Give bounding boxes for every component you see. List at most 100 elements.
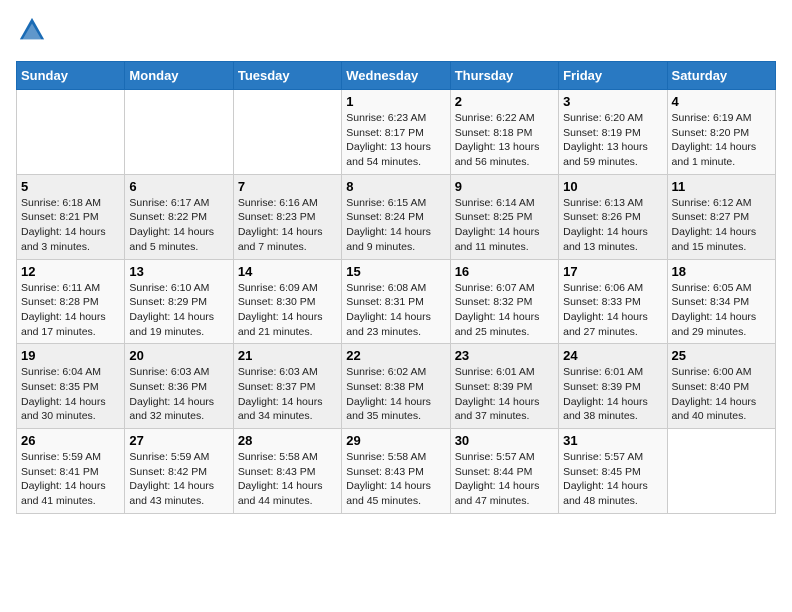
day-number: 10 xyxy=(563,179,662,194)
cell-info: Sunrise: 6:09 AM Sunset: 8:30 PM Dayligh… xyxy=(238,281,337,340)
calendar-week-row: 1 Sunrise: 6:23 AM Sunset: 8:17 PM Daylig… xyxy=(17,90,776,175)
day-number: 16 xyxy=(455,264,554,279)
calendar-cell: 20 Sunrise: 6:03 AM Sunset: 8:36 PM Dayli… xyxy=(125,344,233,429)
calendar-cell: 29Sunrise: 5:58 AM Sunset: 8:43 PM Dayli… xyxy=(342,429,450,514)
day-number: 17 xyxy=(563,264,662,279)
day-number: 14 xyxy=(238,264,337,279)
calendar-cell: 16 Sunrise: 6:07 AM Sunset: 8:32 PM Dayli… xyxy=(450,259,558,344)
calendar-cell: 17 Sunrise: 6:06 AM Sunset: 8:33 PM Dayli… xyxy=(559,259,667,344)
calendar-cell: 30 Sunrise: 5:57 AM Sunset: 8:44 PM Dayli… xyxy=(450,429,558,514)
day-number: 24 xyxy=(563,348,662,363)
day-number: 22 xyxy=(346,348,445,363)
day-number: 7 xyxy=(238,179,337,194)
cell-info: Sunrise: 6:03 AM Sunset: 8:36 PM Dayligh… xyxy=(129,365,228,424)
cell-info: Sunrise: 6:11 AM Sunset: 8:28 PM Dayligh… xyxy=(21,281,120,340)
calendar-cell: 8Sunrise: 6:15 AM Sunset: 8:24 PM Daylig… xyxy=(342,174,450,259)
calendar-cell xyxy=(17,90,125,175)
day-number: 13 xyxy=(129,264,228,279)
cell-info: Sunrise: 6:01 AM Sunset: 8:39 PM Dayligh… xyxy=(563,365,662,424)
calendar-cell: 4 Sunrise: 6:19 AM Sunset: 8:20 PM Daylig… xyxy=(667,90,775,175)
cell-info: Sunrise: 6:20 AM Sunset: 8:19 PM Dayligh… xyxy=(563,111,662,170)
cell-info: Sunrise: 5:59 AM Sunset: 8:42 PM Dayligh… xyxy=(129,450,228,509)
day-number: 25 xyxy=(672,348,771,363)
calendar-cell: 24 Sunrise: 6:01 AM Sunset: 8:39 PM Dayli… xyxy=(559,344,667,429)
cell-info: Sunrise: 6:02 AM Sunset: 8:38 PM Dayligh… xyxy=(346,365,445,424)
calendar-cell xyxy=(667,429,775,514)
cell-info: Sunrise: 6:18 AM Sunset: 8:21 PM Dayligh… xyxy=(21,196,120,255)
day-number: 9 xyxy=(455,179,554,194)
calendar-week-row: 12 Sunrise: 6:11 AM Sunset: 8:28 PM Dayli… xyxy=(17,259,776,344)
calendar-cell: 23 Sunrise: 6:01 AM Sunset: 8:39 PM Dayli… xyxy=(450,344,558,429)
cell-info: Sunrise: 5:59 AM Sunset: 8:41 PM Dayligh… xyxy=(21,450,120,509)
cell-info: Sunrise: 5:58 AM Sunset: 8:43 PM Dayligh… xyxy=(238,450,337,509)
day-number: 21 xyxy=(238,348,337,363)
day-number: 6 xyxy=(129,179,228,194)
weekday-header-cell: Saturday xyxy=(667,62,775,90)
day-number: 15 xyxy=(346,264,445,279)
cell-info: Sunrise: 5:57 AM Sunset: 8:44 PM Dayligh… xyxy=(455,450,554,509)
cell-info: Sunrise: 6:10 AM Sunset: 8:29 PM Dayligh… xyxy=(129,281,228,340)
day-number: 18 xyxy=(672,264,771,279)
day-number: 11 xyxy=(672,179,771,194)
cell-info: Sunrise: 6:00 AM Sunset: 8:40 PM Dayligh… xyxy=(672,365,771,424)
day-number: 31 xyxy=(563,433,662,448)
day-number: 5 xyxy=(21,179,120,194)
day-number: 19 xyxy=(21,348,120,363)
page-header xyxy=(16,16,776,49)
day-number: 12 xyxy=(21,264,120,279)
weekday-header-cell: Tuesday xyxy=(233,62,341,90)
day-number: 20 xyxy=(129,348,228,363)
calendar-cell: 18Sunrise: 6:05 AM Sunset: 8:34 PM Dayli… xyxy=(667,259,775,344)
cell-info: Sunrise: 6:06 AM Sunset: 8:33 PM Dayligh… xyxy=(563,281,662,340)
cell-info: Sunrise: 6:04 AM Sunset: 8:35 PM Dayligh… xyxy=(21,365,120,424)
calendar-cell: 6 Sunrise: 6:17 AM Sunset: 8:22 PM Daylig… xyxy=(125,174,233,259)
calendar-week-row: 5 Sunrise: 6:18 AM Sunset: 8:21 PM Daylig… xyxy=(17,174,776,259)
cell-info: Sunrise: 6:22 AM Sunset: 8:18 PM Dayligh… xyxy=(455,111,554,170)
cell-info: Sunrise: 6:07 AM Sunset: 8:32 PM Dayligh… xyxy=(455,281,554,340)
day-number: 8 xyxy=(346,179,445,194)
calendar-cell: 7 Sunrise: 6:16 AM Sunset: 8:23 PM Daylig… xyxy=(233,174,341,259)
cell-info: Sunrise: 5:57 AM Sunset: 8:45 PM Dayligh… xyxy=(563,450,662,509)
day-number: 26 xyxy=(21,433,120,448)
calendar-table: SundayMondayTuesdayWednesdayThursdayFrid… xyxy=(16,61,776,514)
day-number: 28 xyxy=(238,433,337,448)
calendar-cell: 3 Sunrise: 6:20 AM Sunset: 8:19 PM Daylig… xyxy=(559,90,667,175)
calendar-cell: 2Sunrise: 6:22 AM Sunset: 8:18 PM Daylig… xyxy=(450,90,558,175)
day-number: 29 xyxy=(346,433,445,448)
cell-info: Sunrise: 6:12 AM Sunset: 8:27 PM Dayligh… xyxy=(672,196,771,255)
weekday-header-cell: Sunday xyxy=(17,62,125,90)
calendar-cell: 12 Sunrise: 6:11 AM Sunset: 8:28 PM Dayli… xyxy=(17,259,125,344)
weekday-header-cell: Thursday xyxy=(450,62,558,90)
calendar-cell: 26 Sunrise: 5:59 AM Sunset: 8:41 PM Dayli… xyxy=(17,429,125,514)
cell-info: Sunrise: 6:14 AM Sunset: 8:25 PM Dayligh… xyxy=(455,196,554,255)
calendar-cell: 11 Sunrise: 6:12 AM Sunset: 8:27 PM Dayli… xyxy=(667,174,775,259)
calendar-cell: 1 Sunrise: 6:23 AM Sunset: 8:17 PM Daylig… xyxy=(342,90,450,175)
calendar-body: 1 Sunrise: 6:23 AM Sunset: 8:17 PM Daylig… xyxy=(17,90,776,514)
calendar-week-row: 19 Sunrise: 6:04 AM Sunset: 8:35 PM Dayli… xyxy=(17,344,776,429)
day-number: 4 xyxy=(672,94,771,109)
cell-info: Sunrise: 6:13 AM Sunset: 8:26 PM Dayligh… xyxy=(563,196,662,255)
weekday-header-row: SundayMondayTuesdayWednesdayThursdayFrid… xyxy=(17,62,776,90)
cell-info: Sunrise: 6:08 AM Sunset: 8:31 PM Dayligh… xyxy=(346,281,445,340)
day-number: 1 xyxy=(346,94,445,109)
calendar-cell: 22 Sunrise: 6:02 AM Sunset: 8:38 PM Dayli… xyxy=(342,344,450,429)
logo-icon xyxy=(18,16,46,44)
weekday-header-cell: Friday xyxy=(559,62,667,90)
cell-info: Sunrise: 6:19 AM Sunset: 8:20 PM Dayligh… xyxy=(672,111,771,170)
calendar-cell: 15 Sunrise: 6:08 AM Sunset: 8:31 PM Dayli… xyxy=(342,259,450,344)
cell-info: Sunrise: 6:17 AM Sunset: 8:22 PM Dayligh… xyxy=(129,196,228,255)
day-number: 30 xyxy=(455,433,554,448)
cell-info: Sunrise: 6:23 AM Sunset: 8:17 PM Dayligh… xyxy=(346,111,445,170)
calendar-cell: 5 Sunrise: 6:18 AM Sunset: 8:21 PM Daylig… xyxy=(17,174,125,259)
cell-info: Sunrise: 6:16 AM Sunset: 8:23 PM Dayligh… xyxy=(238,196,337,255)
calendar-cell: 10 Sunrise: 6:13 AM Sunset: 8:26 PM Dayli… xyxy=(559,174,667,259)
calendar-cell: 25 Sunrise: 6:00 AM Sunset: 8:40 PM Dayli… xyxy=(667,344,775,429)
weekday-header-cell: Wednesday xyxy=(342,62,450,90)
day-number: 3 xyxy=(563,94,662,109)
cell-info: Sunrise: 6:01 AM Sunset: 8:39 PM Dayligh… xyxy=(455,365,554,424)
calendar-cell: 14 Sunrise: 6:09 AM Sunset: 8:30 PM Dayli… xyxy=(233,259,341,344)
day-number: 23 xyxy=(455,348,554,363)
calendar-cell: 9 Sunrise: 6:14 AM Sunset: 8:25 PM Daylig… xyxy=(450,174,558,259)
weekday-header-cell: Monday xyxy=(125,62,233,90)
calendar-cell: 19 Sunrise: 6:04 AM Sunset: 8:35 PM Dayli… xyxy=(17,344,125,429)
